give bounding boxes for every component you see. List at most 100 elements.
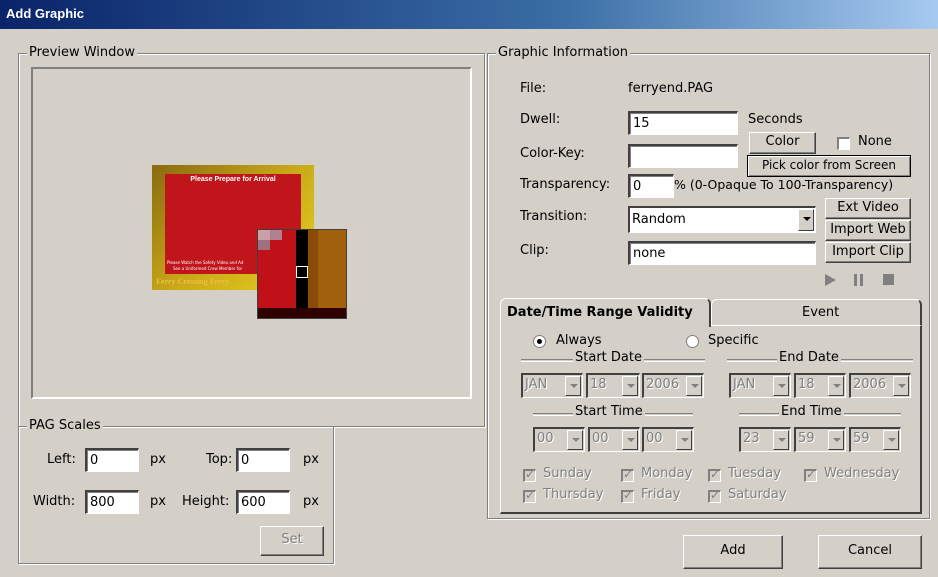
friday-checkbox[interactable] [621, 488, 634, 503]
chevron-down-icon[interactable] [828, 430, 844, 450]
start-minute-select[interactable]: 00 [588, 427, 640, 452]
dialog-body: Preview Window Please Prepare for Arriva… [0, 29, 938, 577]
preview-group-label: Preview Window [27, 45, 137, 60]
start-time-label: Start Time [573, 404, 645, 419]
top-unit: px [303, 452, 319, 467]
transition-label: Transition: [520, 209, 588, 224]
title-bar: Add Graphic [0, 0, 938, 29]
file-value: ferryend.PAG [628, 81, 714, 96]
none-checkbox[interactable] [837, 137, 850, 150]
left-input[interactable]: 0 [85, 448, 139, 472]
chevron-down-icon[interactable] [773, 430, 789, 450]
dwell-unit: Seconds [748, 112, 803, 127]
chevron-down-icon[interactable] [686, 376, 702, 396]
preview-canvas: Please Prepare for Arrival Please Watch … [31, 67, 472, 399]
top-label: Top: [206, 452, 233, 467]
tuesday-label: Tuesday [728, 466, 781, 481]
wednesday-checkbox[interactable] [804, 467, 817, 482]
sunday-checkbox[interactable] [523, 467, 536, 482]
transition-select[interactable]: Random [628, 206, 816, 233]
graphic-info-group: Graphic Information File: ferryend.PAG D… [487, 45, 930, 519]
start-hour-select[interactable]: 00 [533, 427, 585, 452]
stop-icon[interactable] [883, 274, 894, 285]
set-button[interactable]: Set [260, 526, 324, 556]
none-label: None [858, 134, 892, 149]
play-icon[interactable] [825, 274, 836, 286]
ext-video-button[interactable]: Ext Video [825, 198, 911, 219]
thumbnail-heading: Please Prepare for Arrival [190, 176, 276, 183]
left-unit: px [150, 452, 166, 467]
wednesday-label: Wednesday [824, 466, 900, 481]
zoom-magnifier [257, 229, 347, 319]
end-year-select[interactable]: 2006 [849, 373, 911, 398]
chevron-down-icon[interactable] [622, 376, 638, 396]
end-month-select[interactable]: JAN [729, 373, 791, 398]
add-button[interactable]: Add [683, 535, 783, 569]
colorkey-input[interactable] [628, 144, 738, 168]
chevron-down-icon[interactable] [565, 376, 581, 396]
validity-panel: Always Specific Start Date End Date JAN … [500, 325, 922, 514]
zoom-crosshair [296, 266, 308, 278]
transition-value: Random [632, 212, 686, 227]
width-unit: px [150, 494, 166, 509]
top-input[interactable]: 0 [236, 448, 290, 472]
start-month-select[interactable]: JAN [521, 373, 583, 398]
clip-input[interactable]: none [628, 241, 816, 265]
tab-datetime-validity[interactable]: Date/Time Range Validity [500, 298, 711, 327]
chevron-down-icon[interactable] [828, 376, 844, 396]
chevron-down-icon[interactable] [893, 376, 909, 396]
color-button[interactable]: Color [749, 132, 816, 154]
pause-icon[interactable] [854, 274, 864, 286]
end-minute-select[interactable]: 59 [794, 427, 846, 452]
saturday-label: Saturday [728, 487, 787, 502]
width-input[interactable]: 800 [85, 490, 139, 514]
chevron-down-icon[interactable] [883, 430, 899, 450]
import-web-button[interactable]: Import Web [825, 220, 911, 241]
width-label: Width: [33, 494, 76, 509]
chevron-down-icon[interactable] [567, 430, 583, 450]
cancel-button[interactable]: Cancel [818, 535, 922, 569]
tuesday-checkbox[interactable] [708, 467, 721, 482]
transparency-label: Transparency: [520, 177, 611, 192]
end-day-select[interactable]: 18 [794, 373, 846, 398]
start-second-select[interactable]: 00 [642, 427, 694, 452]
dwell-label: Dwell: [520, 112, 561, 127]
pag-scales-group: PAG Scales Left: 0 px Top: 0 px Width: 8… [18, 418, 334, 564]
specific-radio[interactable] [686, 335, 699, 348]
saturday-checkbox[interactable] [708, 488, 721, 503]
height-input[interactable]: 600 [236, 490, 290, 514]
thumbnail-body-1: Please Watch the Safety Video and Ad [167, 260, 244, 265]
file-label: File: [520, 81, 547, 96]
graphic-info-label: Graphic Information [496, 45, 631, 60]
friday-label: Friday [641, 487, 681, 502]
always-radio[interactable] [533, 335, 546, 348]
dwell-input[interactable]: 15 [628, 111, 738, 135]
monday-label: Monday [641, 466, 693, 481]
pick-color-button[interactable]: Pick color from Screen [747, 155, 911, 177]
end-hour-select[interactable]: 23 [739, 427, 791, 452]
thursday-checkbox[interactable] [523, 488, 536, 503]
start-year-select[interactable]: 2006 [642, 373, 704, 398]
chevron-down-icon[interactable] [798, 209, 814, 231]
monday-checkbox[interactable] [621, 467, 634, 482]
left-label: Left: [47, 452, 76, 467]
height-unit: px [303, 494, 319, 509]
chevron-down-icon[interactable] [773, 376, 789, 396]
import-clip-button[interactable]: Import Clip [825, 242, 911, 263]
tab-event[interactable]: Event [711, 299, 922, 325]
chevron-down-icon[interactable] [622, 430, 638, 450]
end-second-select[interactable]: 59 [849, 427, 901, 452]
thumbnail-body-2: See a Uniformed Crew Member for [173, 266, 243, 271]
always-label: Always [556, 333, 602, 348]
end-time-label: End Time [779, 404, 844, 419]
thumbnail-footer: Ferry Crossing Ferry [156, 277, 230, 286]
chevron-down-icon[interactable] [676, 430, 692, 450]
end-date-label: End Date [777, 350, 841, 365]
thursday-label: Thursday [543, 487, 604, 502]
transparency-input[interactable]: 0 [628, 174, 674, 198]
colorkey-label: Color-Key: [520, 146, 585, 161]
pag-scales-label: PAG Scales [27, 418, 103, 433]
start-day-select[interactable]: 18 [586, 373, 640, 398]
tab-event-label: Event [802, 305, 840, 320]
start-date-label: Start Date [573, 350, 644, 365]
